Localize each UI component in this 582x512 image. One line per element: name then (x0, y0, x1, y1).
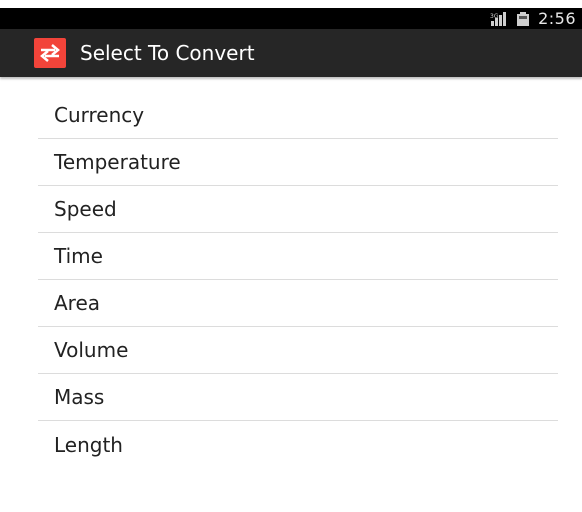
status-icons: 3G 2:56 (490, 9, 576, 28)
list-item-currency[interactable]: Currency (38, 92, 558, 139)
list-item-area[interactable]: Area (38, 280, 558, 327)
list-item-label: Currency (54, 103, 145, 127)
list-item-speed[interactable]: Speed (38, 186, 558, 233)
page-title: Select To Convert (80, 41, 255, 65)
converter-list: Currency Temperature Speed Time Area Vol… (38, 92, 558, 468)
list-item-label: Mass (54, 385, 105, 409)
list-item-time[interactable]: Time (38, 233, 558, 280)
list-item-length[interactable]: Length (38, 421, 558, 468)
status-bar: 3G 2:56 (0, 8, 582, 29)
screen: 3G 2:56 Select To Convert Currency Tempe… (0, 0, 582, 512)
list-item-temperature[interactable]: Temperature (38, 139, 558, 186)
action-bar: Select To Convert (0, 29, 582, 77)
list-item-label: Area (54, 291, 101, 315)
list-item-volume[interactable]: Volume (38, 327, 558, 374)
list-item-label: Volume (54, 338, 129, 362)
list-item-label: Length (54, 432, 123, 457)
list-item-label: Time (54, 244, 103, 268)
status-time: 2:56 (538, 9, 576, 28)
battery-icon (516, 11, 530, 26)
swap-arrows-icon[interactable] (34, 38, 66, 68)
list-item-label: Speed (54, 197, 117, 221)
svg-text:3G: 3G (490, 13, 499, 20)
top-margin (0, 0, 582, 8)
list-item-mass[interactable]: Mass (38, 374, 558, 421)
list-item-label: Temperature (54, 150, 181, 174)
signal-icon: 3G (490, 11, 508, 26)
